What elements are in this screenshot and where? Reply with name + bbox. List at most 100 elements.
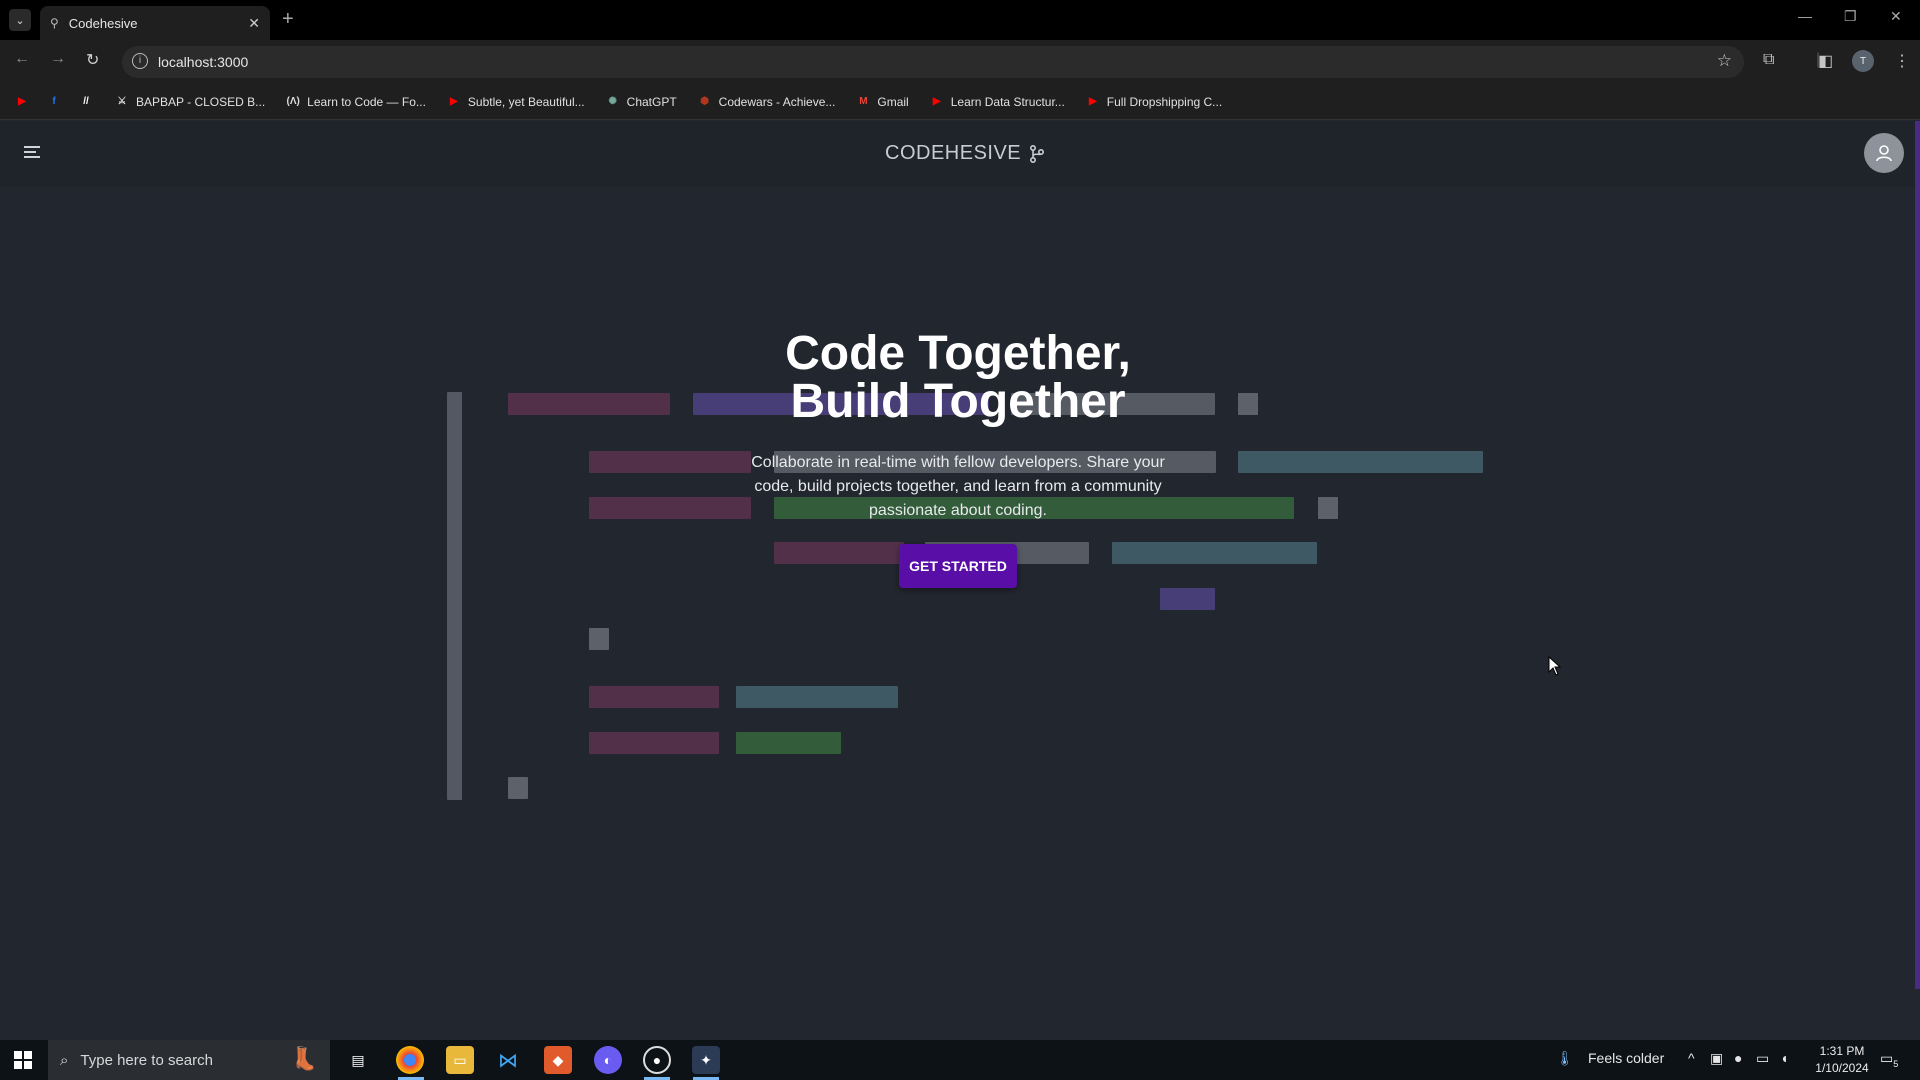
bookmark-item[interactable]: M Gmail	[849, 90, 916, 114]
taskbar-search[interactable]: ⌕ Type here to search 👢	[48, 1040, 330, 1080]
code-block	[736, 686, 898, 708]
bookmarks-bar: ▶ f // ⚔ BAPBAP - CLOSED B... (Λ) Learn to Cod…	[0, 84, 1920, 120]
bookmark-item[interactable]: //	[76, 90, 102, 114]
youtube-icon: ▶	[932, 96, 941, 107]
bookmark-item[interactable]: (Λ) Learn to Code — Fo...	[279, 90, 434, 114]
hero-subtitle: Collaborate in real-time with fellow dev…	[751, 454, 1165, 519]
facebook-icon: f	[52, 96, 56, 107]
code-block	[589, 732, 719, 754]
bookmark-label: Gmail	[877, 94, 909, 109]
freecodecamp-icon: (Λ)	[286, 96, 300, 107]
bookmark-item[interactable]: ⬢ Codewars - Achieve...	[691, 90, 844, 114]
bookmark-label: Subtle, yet Beautiful...	[467, 94, 585, 109]
extensions-icon[interactable]: ⧉	[1763, 51, 1774, 69]
get-started-button[interactable]: GET STARTED	[899, 544, 1017, 588]
new-tab-button[interactable]: +	[282, 8, 294, 31]
discord-icon[interactable]: ◐	[594, 1046, 622, 1074]
app-header: CODEHESIVE	[0, 121, 1915, 187]
address-bar[interactable]: i localhost:3000 ☆	[122, 46, 1744, 78]
notification-count: 5	[1893, 1058, 1899, 1069]
code-block	[589, 497, 751, 519]
tab-search-button[interactable]: ⌄	[9, 9, 31, 31]
file-explorer-icon[interactable]: ▭	[446, 1046, 474, 1074]
brand-logo[interactable]: CODEHESIVE	[885, 142, 1045, 165]
branch-icon	[1030, 144, 1045, 163]
code-block	[1238, 393, 1258, 415]
code-block	[1112, 542, 1317, 564]
forward-icon[interactable]: →	[50, 50, 66, 68]
clock-time: 1:31 PM	[1819, 1044, 1865, 1058]
search-icon: ⌕	[60, 1051, 69, 1069]
bookmark-item[interactable]: ▶ Full Dropshipping C...	[1079, 90, 1230, 114]
menu-icon[interactable]	[24, 146, 40, 161]
browser-tab[interactable]: ⚲ Codehesive ✕	[40, 6, 270, 40]
close-window-icon[interactable]: ✕	[1890, 8, 1902, 25]
browser-tab-strip: ⌄ ⚲ Codehesive ✕ + — ❐ ✕	[0, 0, 1920, 40]
minimize-icon[interactable]: —	[1798, 8, 1812, 24]
site-info-icon[interactable]: i	[132, 53, 148, 69]
game-icon: ⚔	[117, 96, 127, 107]
windows-start-icon[interactable]	[14, 1051, 32, 1069]
user-icon	[1876, 145, 1892, 162]
bookmark-label: ChatGPT	[626, 94, 677, 109]
code-block	[736, 732, 841, 754]
chrome-icon[interactable]	[396, 1046, 424, 1074]
network-icon[interactable]: ▭	[1756, 1050, 1769, 1067]
obs-icon[interactable]: ●	[643, 1046, 671, 1074]
codehesive-favicon-icon: ⚲	[50, 16, 59, 30]
profile-avatar[interactable]: T	[1852, 50, 1874, 72]
code-block	[774, 542, 904, 564]
volume-icon[interactable]: ◖	[1780, 1050, 1788, 1066]
side-panel-icon[interactable]: ◧	[1818, 51, 1833, 71]
davinci-icon[interactable]: ✦	[692, 1046, 720, 1074]
search-highlight-icon: 👢	[290, 1046, 318, 1071]
page-scrollbar[interactable]	[1915, 121, 1920, 989]
windows-taskbar: ⌕ Type here to search 👢 ▤ ▭ ⋈ ◆ ◐ ● ✦ 🌡 …	[0, 1040, 1920, 1080]
hero-title-line2: Build Together	[790, 375, 1126, 428]
code-block	[1318, 497, 1338, 519]
bookmark-item[interactable]: ▶ Subtle, yet Beautiful...	[440, 90, 593, 114]
weather-icon[interactable]: 🌡	[1556, 1050, 1574, 1067]
bookmark-item[interactable]: ▶ Learn Data Structur...	[923, 90, 1073, 114]
user-account-button[interactable]	[1864, 133, 1904, 173]
bookmark-label: Learn to Code — Fo...	[307, 94, 426, 109]
bookmark-item[interactable]: ▶	[12, 90, 38, 114]
show-hidden-icons-icon[interactable]: ^	[1688, 1050, 1695, 1066]
bookmark-label: Codewars - Achieve...	[718, 94, 836, 109]
slash-icon: //	[83, 96, 89, 107]
bookmark-label: Full Dropshipping C...	[1106, 94, 1223, 109]
meet-now-icon[interactable]: ▣	[1710, 1050, 1723, 1067]
bookmark-label: BAPBAP - CLOSED B...	[136, 94, 266, 109]
bookmark-star-icon[interactable]: ☆	[1717, 51, 1732, 71]
youtube-icon: ▶	[1088, 96, 1097, 107]
url-text: localhost:3000	[158, 54, 249, 70]
code-block	[589, 686, 719, 708]
vscode-icon[interactable]: ⋈	[494, 1046, 522, 1074]
chatgpt-icon: ✺	[608, 96, 617, 107]
reload-icon[interactable]: ↻	[86, 50, 99, 70]
code-block	[589, 628, 609, 650]
git-app-icon[interactable]: ◆	[544, 1046, 572, 1074]
codewars-icon: ⬢	[700, 96, 710, 107]
brand-name: CODEHESIVE	[885, 142, 1022, 164]
bookmark-item[interactable]: f	[44, 90, 70, 114]
back-icon[interactable]: ←	[14, 50, 30, 68]
browser-menu-icon[interactable]: ⋮	[1894, 51, 1910, 71]
gmail-icon: M	[859, 96, 868, 107]
youtube-icon: ▶	[450, 96, 458, 107]
restore-icon[interactable]: ❐	[1844, 8, 1857, 25]
code-block	[589, 451, 751, 473]
task-view-icon[interactable]: ▤	[344, 1046, 372, 1074]
search-placeholder: Type here to search	[80, 1051, 213, 1069]
bookmark-item[interactable]: ⚔ BAPBAP - CLOSED B...	[108, 90, 273, 114]
bookmark-item[interactable]: ✺ ChatGPT	[599, 90, 685, 114]
bookmark-label: Learn Data Structur...	[950, 94, 1065, 109]
code-block	[508, 393, 670, 415]
microphone-icon[interactable]: ●	[1734, 1050, 1742, 1066]
notification-center-icon[interactable]: ▭5	[1880, 1050, 1898, 1069]
weather-text[interactable]: Feels colder	[1588, 1050, 1664, 1066]
clock-date: 1/10/2024	[1815, 1061, 1869, 1075]
hero-title-line1: Code Together,	[785, 327, 1131, 380]
taskbar-clock[interactable]: 1:31 PM 1/10/2024	[1806, 1043, 1878, 1077]
close-tab-icon[interactable]: ✕	[248, 15, 260, 32]
